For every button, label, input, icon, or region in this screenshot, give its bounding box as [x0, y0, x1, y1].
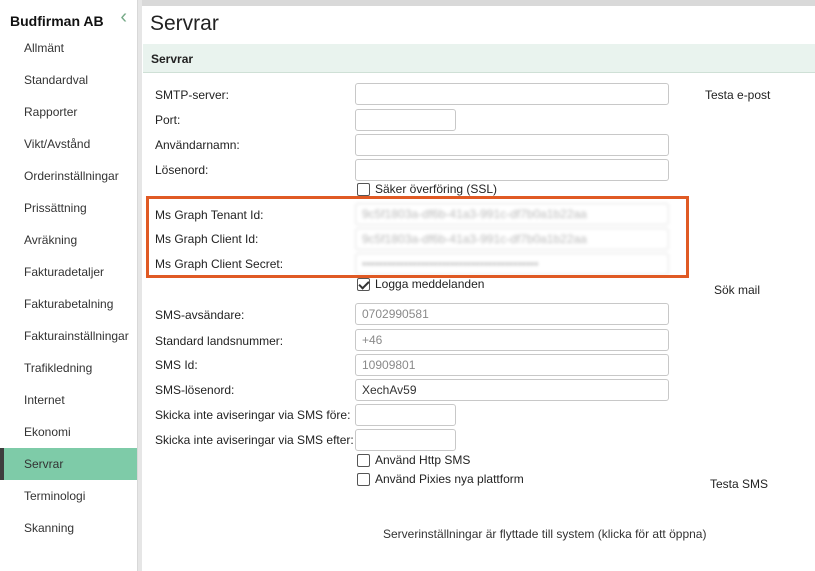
sidebar-scrollbar[interactable] — [138, 0, 142, 571]
sidebar-item-vikt-avstand[interactable]: Vikt/Avstånd — [0, 128, 137, 160]
password-label: Lösenord: — [155, 163, 209, 177]
port-label: Port: — [155, 113, 181, 127]
sidebar-item-orderinstallningar[interactable]: Orderinställningar — [0, 160, 137, 192]
sms-id-input[interactable]: 10909801 — [355, 354, 669, 376]
section-header: Servrar — [143, 44, 815, 73]
username-label: Användarnamn: — [155, 138, 240, 152]
test-email-button[interactable]: Testa e-post — [705, 88, 770, 102]
country-code-input[interactable]: +46 — [355, 329, 669, 351]
test-sms-button[interactable]: Testa SMS — [710, 477, 768, 491]
sidebar-item-servrar[interactable]: Servrar — [0, 448, 137, 480]
sidebar-item-fakturabetalning[interactable]: Fakturabetalning — [0, 288, 137, 320]
pixies-checkbox-box[interactable] — [357, 472, 370, 486]
smtp-server-label: SMTP-server: — [155, 88, 230, 102]
sms-sender-input[interactable]: 0702990581 — [355, 303, 669, 325]
log-messages-checkbox-label: Logga meddelanden — [375, 277, 485, 291]
page-title: Servrar — [150, 12, 219, 35]
sidebar-item-ekonomi[interactable]: Ekonomi — [0, 416, 137, 448]
sidebar-item-rapporter[interactable]: Rapporter — [0, 96, 137, 128]
no-sms-after-label: Skicka inte aviseringar via SMS efter: — [155, 433, 354, 447]
section-title: Servrar — [151, 52, 194, 66]
sms-password-label: SMS-lösenord: — [155, 383, 235, 397]
top-scrollbar — [142, 0, 815, 6]
log-messages-checkbox[interactable]: Logga meddelanden — [357, 277, 484, 291]
pixies-checkbox[interactable]: Använd Pixies nya plattform — [357, 472, 524, 486]
sms-sender-label: SMS-avsändare: — [155, 308, 245, 322]
sms-password-input[interactable]: XechAv59 — [355, 379, 669, 401]
password-input[interactable] — [355, 159, 669, 181]
sidebar-item-fakturadetaljer[interactable]: Fakturadetaljer — [0, 256, 137, 288]
no-sms-before-input[interactable] — [355, 404, 456, 426]
sidebar-item-standardval[interactable]: Standardval — [0, 64, 137, 96]
http-sms-checkbox-box[interactable] — [357, 453, 370, 467]
port-input[interactable] — [355, 109, 456, 131]
sidebar-item-terminologi[interactable]: Terminologi — [0, 480, 137, 512]
sidebar-item-avrakning[interactable]: Avräkning — [0, 224, 137, 256]
chevron-left-icon[interactable]: ‹ — [120, 6, 127, 29]
ssl-checkbox-label: Säker överföring (SSL) — [375, 182, 498, 196]
sidebar-item-allmant[interactable]: Allmänt — [0, 32, 137, 64]
http-sms-checkbox[interactable]: Använd Http SMS — [357, 453, 470, 467]
username-input[interactable] — [355, 134, 669, 156]
sidebar: Budfirman AB ‹ Allmänt Standardval Rappo… — [0, 0, 138, 571]
company-name: Budfirman AB — [10, 13, 104, 29]
search-mail-button[interactable]: Sök mail — [714, 283, 760, 297]
no-sms-after-input[interactable] — [355, 429, 456, 451]
pixies-checkbox-label: Använd Pixies nya plattform — [375, 472, 524, 486]
log-messages-checkbox-box[interactable] — [357, 277, 370, 291]
smtp-server-input[interactable] — [355, 83, 669, 105]
ssl-checkbox[interactable]: Säker överföring (SSL) — [357, 182, 497, 196]
ssl-checkbox-box[interactable] — [357, 182, 370, 196]
sidebar-item-trafikledning[interactable]: Trafikledning — [0, 352, 137, 384]
sms-id-label: SMS Id: — [155, 358, 198, 372]
sidebar-item-fakturainstallningar[interactable]: Fakturainställningar — [0, 320, 137, 352]
server-settings-moved-link[interactable]: Serverinställningar är flyttade till sys… — [383, 527, 706, 541]
sidebar-item-skanning[interactable]: Skanning — [0, 512, 137, 544]
sidebar-item-prissattning[interactable]: Prissättning — [0, 192, 137, 224]
country-code-label: Standard landsnummer: — [155, 334, 284, 348]
no-sms-before-label: Skicka inte aviseringar via SMS före: — [155, 408, 351, 422]
highlight-box — [146, 196, 689, 278]
http-sms-checkbox-label: Använd Http SMS — [375, 453, 471, 467]
sidebar-item-internet[interactable]: Internet — [0, 384, 137, 416]
sidebar-header: Budfirman AB ‹ — [0, 0, 137, 36]
